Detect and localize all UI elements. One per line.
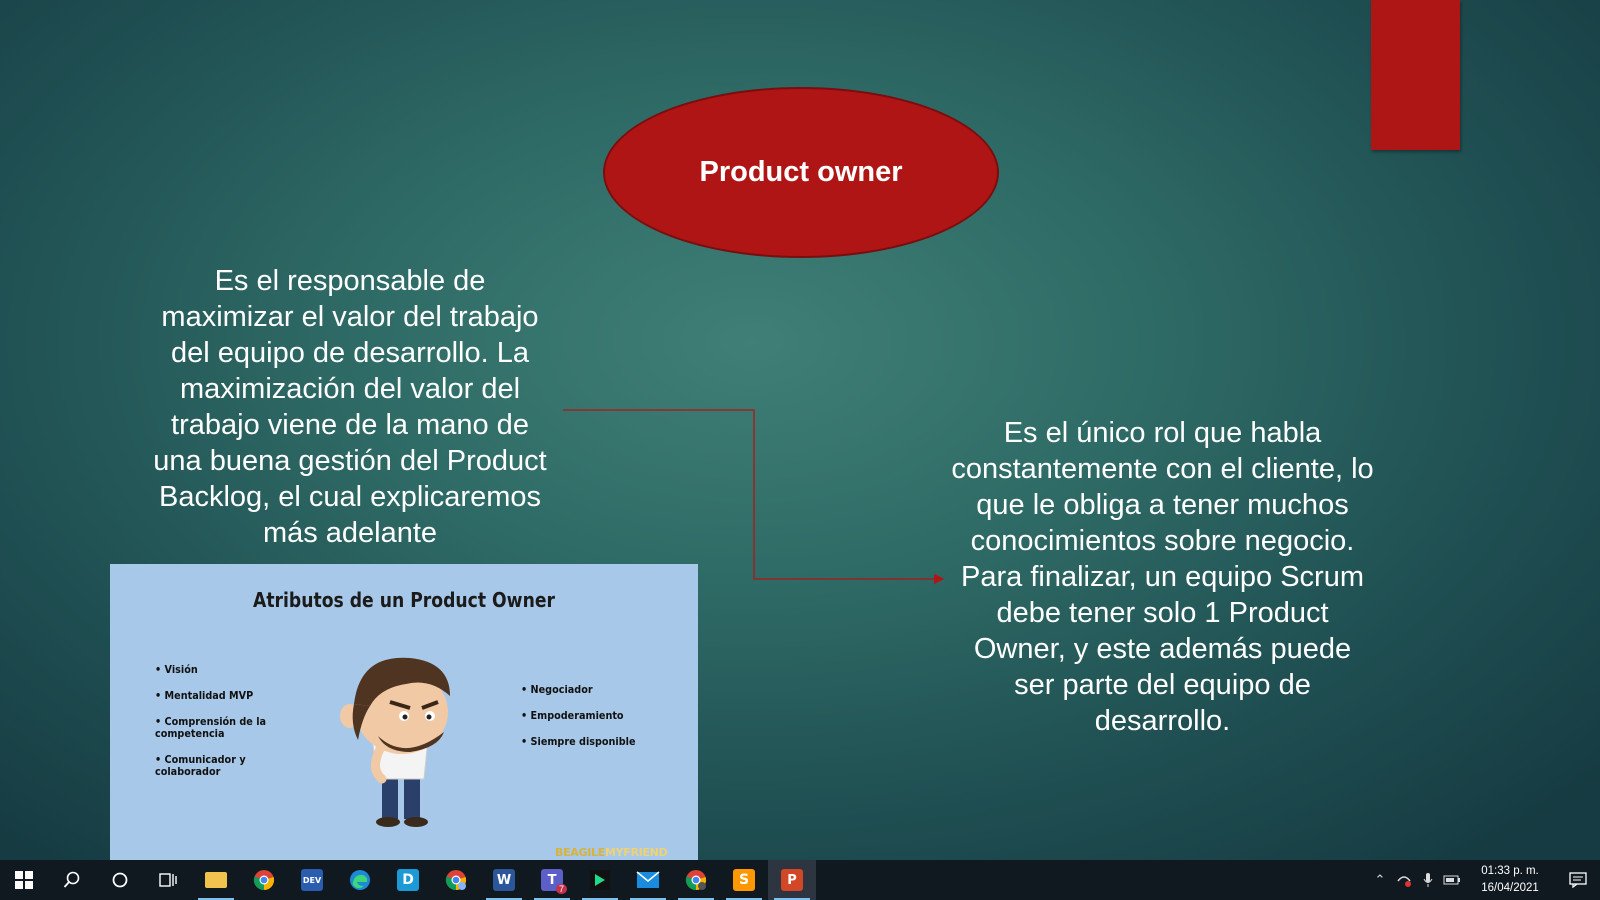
edge-icon [350, 870, 370, 890]
attribute-item: Mentalidad MVP [155, 690, 311, 702]
taskbar-clock[interactable]: 01:33 p. m. 16/04/2021 [1464, 863, 1556, 897]
attribute-item: Comprensión de la competencia [155, 716, 311, 740]
attribute-item: Visión [155, 664, 311, 676]
search-button[interactable] [48, 860, 96, 900]
notification-icon [1569, 872, 1587, 888]
attribute-item: Negociador [521, 684, 668, 696]
taskbar-app-sublime[interactable]: S [720, 860, 768, 900]
cartoon-character-illustration [340, 657, 450, 827]
clock-time: 01:33 p. m. [1481, 865, 1539, 877]
start-button[interactable] [0, 860, 48, 900]
taskbar-app-devc[interactable]: DEV [288, 860, 336, 900]
taskbar-app-teams[interactable]: T 7 [528, 860, 576, 900]
taskbar-app-chrome-alt[interactable] [672, 860, 720, 900]
product-owner-attributes-image: Atributos de un Product Owner Visión Men… [110, 564, 698, 860]
windows-taskbar: DEV D W T 7 S P ⌃ 01:33 p. m. 16/04/2021 [0, 860, 1600, 900]
dia-icon: D [397, 869, 419, 891]
chrome-alt-icon [685, 870, 707, 891]
battery-icon[interactable] [1440, 860, 1464, 900]
windows-logo-icon [15, 871, 33, 889]
task-view-icon [159, 873, 177, 887]
action-center-button[interactable] [1556, 860, 1600, 900]
network-disconnected-icon[interactable] [1392, 860, 1416, 900]
word-icon: W [493, 869, 515, 891]
taskbar-app-mail[interactable] [624, 860, 672, 900]
taskbar-app-word[interactable]: W [480, 860, 528, 900]
taskbar-app-dia[interactable]: D [384, 860, 432, 900]
attribute-item: Comunicador y colaborador [155, 754, 311, 778]
attribute-item: Siempre disponible [521, 736, 668, 748]
microphone-icon[interactable] [1416, 860, 1440, 900]
chrome-icon [253, 870, 275, 891]
taskbar-app-chrome-profile[interactable] [432, 860, 480, 900]
sublime-icon: S [733, 869, 755, 891]
task-view-button[interactable] [144, 860, 192, 900]
cortana-circle-icon [112, 872, 128, 888]
taskbar-app-pycharm[interactable] [576, 860, 624, 900]
file-explorer-icon [205, 872, 227, 888]
pycharm-icon [590, 870, 610, 890]
taskbar-app-edge[interactable] [336, 860, 384, 900]
system-tray: ⌃ 01:33 p. m. 16/04/2021 [1368, 860, 1600, 900]
infographic-title: Atributos de un Product Owner [253, 588, 555, 612]
attribute-item: Empoderamiento [521, 710, 668, 722]
attributes-left-list: Visión Mentalidad MVP Comprensión de la … [155, 664, 325, 792]
show-hidden-icons-chevron-up-icon[interactable]: ⌃ [1368, 860, 1392, 900]
attributes-right-list: Negociador Empoderamiento Siempre dispon… [521, 684, 681, 762]
presentation-slide: Product owner Es el responsable de maxim… [0, 0, 1600, 860]
taskbar-app-chrome[interactable] [240, 860, 288, 900]
cortana-button[interactable] [96, 860, 144, 900]
mail-icon [636, 871, 660, 888]
taskbar-app-powerpoint[interactable]: P [768, 860, 816, 900]
chrome-profile-icon [445, 870, 467, 891]
teams-notification-badge: 7 [555, 884, 567, 894]
taskbar-app-file-explorer[interactable] [192, 860, 240, 900]
beagile-logo: BEAGILEMYFRIEND [555, 846, 668, 859]
dev-c-icon: DEV [301, 869, 323, 891]
clock-date: 16/04/2021 [1481, 882, 1539, 894]
powerpoint-icon: P [781, 869, 803, 891]
search-icon [63, 871, 80, 888]
